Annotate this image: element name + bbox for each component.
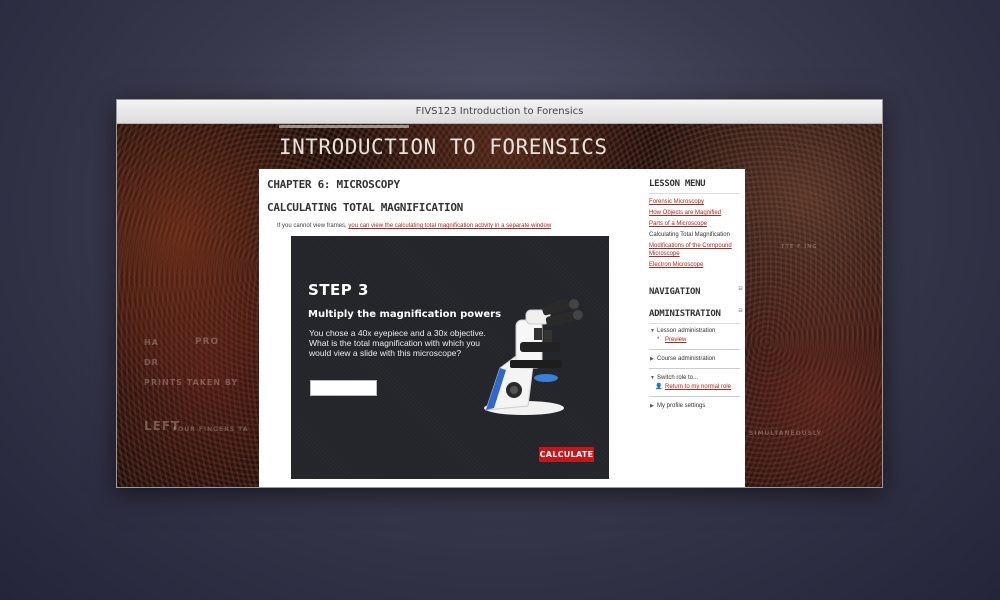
preview-icon: * [657,337,660,343]
section-title: CALCULATING TOTAL MAGNIFICATION [267,201,463,214]
microscope-illustration [484,298,583,415]
chevron-down-icon: ▼ [650,328,655,334]
collapse-icon[interactable]: ⊟ [739,307,743,314]
course-page: HA PRO DR PRINTS TAKEN BY LEFT FOUR FING… [117,124,882,487]
lesson-item-how-objects-magnified[interactable]: How Objects are Magnified [649,209,740,217]
return-role-row: 👤 Return to my normal role [649,383,740,392]
profile-settings-label: My profile settings [657,403,706,409]
switch-role-label: Switch role to... [657,375,699,381]
divider [649,396,740,397]
sidebar: LESSON MENU Forensic Microscopy How Obje… [643,169,745,487]
separate-window-link[interactable]: you can view the calculating total magni… [348,223,551,229]
step-title: STEP 3 [308,281,369,299]
main-content: CHAPTER 6: MICROSCOPY CALCULATING TOTAL … [259,169,643,487]
navigation-title: NAVIGATION [649,287,701,297]
lesson-menu-title: LESSON MENU [649,179,706,189]
activity-title: Multiply the magnification powers [308,309,502,320]
chevron-right-icon: ▶ [650,356,654,362]
bg-text-right-2: TTE F ING [781,244,818,250]
calculate-button[interactable]: CALCULATE [539,447,594,462]
chevron-down-icon: ▼ [650,375,655,381]
chevron-right-icon: ▶ [650,403,654,409]
admin-menu: ▼ Lesson administration * Preview ▶ Cour… [649,323,740,411]
banner-top-rule [279,124,409,128]
divider [649,349,740,350]
lesson-admin-row[interactable]: ▼ Lesson administration [649,326,740,336]
lesson-item-forensic-microscopy[interactable]: Forensic Microscopy [649,198,740,206]
bg-text-left-6: FOUR FINGERS TA [173,426,249,433]
profile-settings-row[interactable]: ▶ My profile settings [649,401,740,411]
bg-text-left-2: PRO [195,337,220,347]
bg-text-right-1: SIMULTANEOUSLY [749,430,823,437]
lesson-item-electron-microscope[interactable]: Electron Microscope [649,261,740,269]
bg-text-left-3: DR [144,358,159,367]
lesson-item-current: Calculating Total Magnification [649,232,730,238]
collapse-icon[interactable]: ⊟ [739,285,743,292]
bg-text-left-1: HA [144,338,159,347]
course-admin-row[interactable]: ▶ Course administration [649,354,740,364]
switch-role-row[interactable]: ▼ Switch role to... [649,373,740,383]
lesson-menu: Forensic Microscopy How Objects are Magn… [649,193,740,269]
frames-note: If you cannot view frames, you can view … [277,223,635,229]
divider [649,368,740,369]
return-role-link[interactable]: Return to my normal role [665,384,731,390]
answer-input[interactable] [310,380,377,396]
lesson-menu-heading: LESSON MENU [649,179,740,189]
chapter-title: CHAPTER 6: MICROSCOPY [267,178,400,191]
activity-question: You chose a 40x eyepiece and a 30x objec… [309,328,486,358]
banner-title: INTRODUCTION TO FORENSICS [279,135,608,159]
user-icon: 👤 [655,384,663,390]
window-title: FIVS123 Introduction to Forensics [117,100,882,124]
preview-row: * Preview [649,336,740,345]
frames-note-text: If you cannot view frames, [277,223,347,229]
bg-text-left-4: PRINTS TAKEN BY [144,378,239,387]
browser-window: FIVS123 Introduction to Forensics HA PRO… [116,99,883,488]
activity-frame: STEP 3 Multiply the magnification powers… [291,236,609,479]
administration-title: ADMINISTRATION [649,309,721,319]
preview-link[interactable]: Preview [665,337,686,343]
lesson-item-modifications[interactable]: Modifications of the Compound Microscope [649,242,740,258]
lesson-admin-label: Lesson administration [657,328,716,334]
navigation-heading: NAVIGATION ⊟ [649,285,743,297]
administration-heading: ADMINISTRATION ⊟ [649,307,743,319]
lesson-item-parts-of-microscope[interactable]: Parts of a Microscope [649,220,740,228]
course-admin-label: Course administration [657,356,716,362]
